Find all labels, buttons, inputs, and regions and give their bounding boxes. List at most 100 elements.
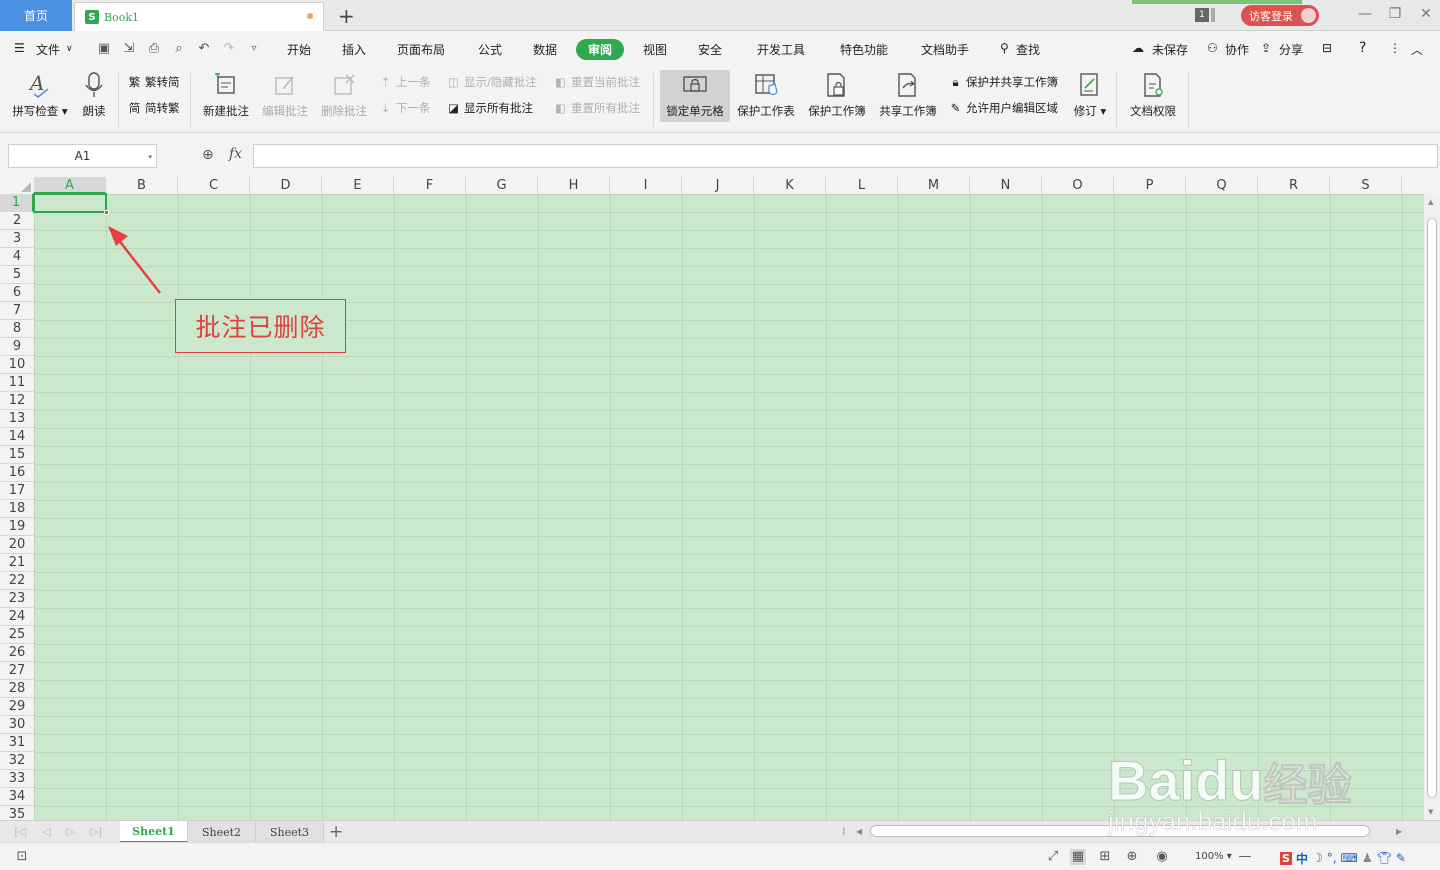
row-header-23[interactable]: 23 bbox=[0, 590, 34, 608]
row-header-7[interactable]: 7 bbox=[0, 302, 34, 320]
menu-data[interactable]: 数据 bbox=[533, 41, 557, 58]
name-box[interactable]: A1 ▾ bbox=[8, 144, 157, 168]
column-header-b[interactable]: B bbox=[106, 177, 178, 194]
add-sheet-button[interactable]: + bbox=[329, 822, 343, 842]
row-header-3[interactable]: 3 bbox=[0, 230, 34, 248]
menu-view[interactable]: 视图 bbox=[643, 41, 667, 58]
row-header-15[interactable]: 15 bbox=[0, 446, 34, 464]
row-header-16[interactable]: 16 bbox=[0, 464, 34, 482]
vertical-scroll-thumb[interactable] bbox=[1427, 218, 1437, 798]
ime-language[interactable]: 中 bbox=[1296, 850, 1308, 867]
collapse-ribbon-icon[interactable]: ︿ bbox=[1411, 41, 1423, 58]
vertical-scrollbar[interactable]: ▲ ▼ bbox=[1424, 194, 1440, 820]
cell-area[interactable] bbox=[34, 194, 1424, 820]
row-header-28[interactable]: 28 bbox=[0, 680, 34, 698]
tab-split-handle[interactable]: ⁞ bbox=[842, 825, 846, 838]
column-header-j[interactable]: J bbox=[682, 177, 754, 194]
row-header-4[interactable]: 4 bbox=[0, 248, 34, 266]
menu-review[interactable]: 审阅 bbox=[576, 39, 624, 60]
row-header-19[interactable]: 19 bbox=[0, 518, 34, 536]
row-header-11[interactable]: 11 bbox=[0, 374, 34, 392]
quick-access-chevron-down-icon[interactable]: ▿ bbox=[246, 41, 262, 57]
reset-all-comments-button[interactable]: ◧ 重置所有批注 bbox=[553, 99, 640, 117]
row-header-10[interactable]: 10 bbox=[0, 356, 34, 374]
row-header-1[interactable]: 1 bbox=[0, 194, 34, 212]
scroll-up-icon[interactable]: ▲ bbox=[1428, 198, 1433, 206]
minimize-icon[interactable]: — bbox=[1355, 6, 1375, 22]
column-header-c[interactable]: C bbox=[178, 177, 250, 194]
reset-current-comment-button[interactable]: ◧ 重置当前批注 bbox=[553, 73, 640, 91]
row-header-20[interactable]: 20 bbox=[0, 536, 34, 554]
unsaved-status[interactable]: 未保存 bbox=[1152, 41, 1188, 58]
show-all-comments-button[interactable]: ◪ 显示所有批注 bbox=[446, 99, 533, 117]
column-header-a[interactable]: A bbox=[34, 177, 106, 194]
more-icon[interactable]: ⋮ bbox=[1389, 41, 1401, 55]
ime-tools-icon[interactable]: ✎ bbox=[1396, 851, 1406, 865]
file-menu[interactable]: 文件 bbox=[36, 41, 60, 58]
reading-mode-icon[interactable]: ⊕ bbox=[1124, 849, 1140, 865]
column-header-l[interactable]: L bbox=[826, 177, 898, 194]
restore-icon[interactable]: ❐ bbox=[1385, 6, 1405, 22]
formula-input[interactable] bbox=[253, 144, 1438, 168]
menu-formula[interactable]: 公式 bbox=[478, 41, 502, 58]
show-hide-comment-button[interactable]: ◫ 显示/隐藏批注 bbox=[446, 73, 537, 91]
menu-page-layout[interactable]: 页面布局 bbox=[397, 41, 445, 58]
ime-punct-icon[interactable]: °, bbox=[1327, 851, 1337, 865]
read-aloud-button[interactable]: 朗读 bbox=[78, 71, 110, 129]
row-header-21[interactable]: 21 bbox=[0, 554, 34, 572]
redo-icon[interactable]: ↷ bbox=[221, 41, 237, 57]
row-header-25[interactable]: 25 bbox=[0, 626, 34, 644]
row-header-35[interactable]: 35 bbox=[0, 806, 34, 820]
column-header-h[interactable]: H bbox=[538, 177, 610, 194]
new-tab-button[interactable]: + bbox=[338, 4, 355, 28]
row-header-14[interactable]: 14 bbox=[0, 428, 34, 446]
edit-comment-button[interactable]: 编辑批注 bbox=[258, 71, 312, 129]
zoom-lookup-icon[interactable]: ⊕ bbox=[202, 147, 214, 163]
menu-special-features[interactable]: 特色功能 bbox=[840, 41, 888, 58]
last-sheet-icon[interactable]: ▷| bbox=[90, 825, 102, 838]
row-header-24[interactable]: 24 bbox=[0, 608, 34, 626]
horizontal-scrollbar[interactable] bbox=[870, 825, 1370, 837]
hamburger-icon[interactable]: ☰ bbox=[14, 41, 25, 55]
row-header-13[interactable]: 13 bbox=[0, 410, 34, 428]
sheet-tab-sheet3[interactable]: Sheet3 bbox=[256, 821, 324, 843]
macro-icon[interactable]: ⊡ bbox=[14, 849, 30, 865]
row-header-33[interactable]: 33 bbox=[0, 770, 34, 788]
undo-icon[interactable]: ↶ bbox=[196, 41, 212, 57]
scroll-down-icon[interactable]: ▼ bbox=[1428, 808, 1433, 816]
guest-login-button[interactable]: 访客登录 bbox=[1241, 5, 1319, 26]
ime-moon-icon[interactable]: ☽ bbox=[1312, 851, 1323, 865]
menu-start[interactable]: 开始 bbox=[287, 41, 311, 58]
lock-cell-button[interactable]: 锁定单元格 bbox=[662, 71, 728, 129]
column-header-e[interactable]: E bbox=[322, 177, 394, 194]
protect-share-workbook-button[interactable]: 🔒︎ 保护并共享工作簿 bbox=[948, 73, 1058, 91]
collab-button[interactable]: 协作 bbox=[1225, 41, 1249, 58]
normal-view-icon[interactable]: ▦ bbox=[1070, 849, 1086, 865]
row-header-34[interactable]: 34 bbox=[0, 788, 34, 806]
column-header-o[interactable]: O bbox=[1042, 177, 1114, 194]
column-header-i[interactable]: I bbox=[610, 177, 682, 194]
print-icon[interactable]: ⎙ bbox=[146, 41, 162, 57]
share-workbook-button[interactable]: 共享工作簿 bbox=[877, 71, 939, 129]
name-box-dropdown-icon[interactable]: ▾ bbox=[148, 153, 152, 161]
fill-handle[interactable] bbox=[104, 210, 109, 215]
column-header-s[interactable]: S bbox=[1330, 177, 1402, 194]
menu-insert[interactable]: 插入 bbox=[342, 41, 366, 58]
print-preview-icon[interactable]: ⌕ bbox=[171, 41, 187, 57]
window-count-badge[interactable]: 1 bbox=[1195, 8, 1209, 22]
spellcheck-button[interactable]: A 拼写检查 ▾ bbox=[10, 71, 70, 129]
row-header-12[interactable]: 12 bbox=[0, 392, 34, 410]
active-cell-cursor[interactable] bbox=[33, 193, 109, 215]
column-header-g[interactable]: G bbox=[466, 177, 538, 194]
export-icon[interactable]: ⇲ bbox=[121, 41, 137, 57]
row-header-30[interactable]: 30 bbox=[0, 716, 34, 734]
row-header-29[interactable]: 29 bbox=[0, 698, 34, 716]
sheet-tab-sheet1[interactable]: Sheet1 bbox=[120, 821, 188, 843]
save-icon[interactable]: ▣ bbox=[96, 41, 112, 57]
next-comment-button[interactable]: ⇣ 下一条 bbox=[378, 99, 431, 117]
column-header-f[interactable]: F bbox=[394, 177, 466, 194]
search-icon[interactable]: ⚲ bbox=[1000, 41, 1009, 55]
row-header-8[interactable]: 8 bbox=[0, 320, 34, 338]
row-header-22[interactable]: 22 bbox=[0, 572, 34, 590]
row-header-31[interactable]: 31 bbox=[0, 734, 34, 752]
